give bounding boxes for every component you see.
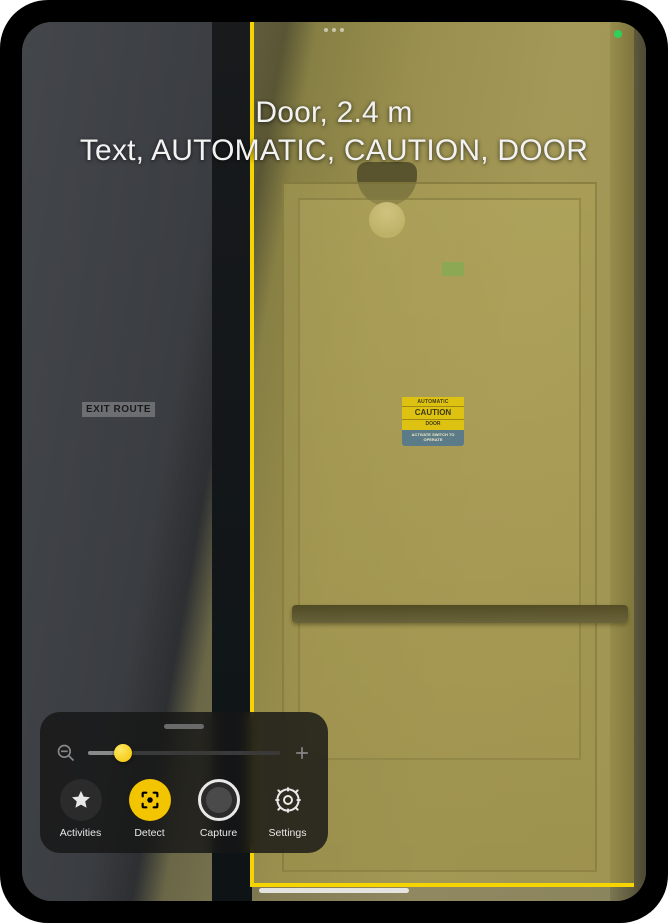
detection-line-1: Door, 2.4 m [255,96,412,129]
caution-sign: AUTOMATIC CAUTION DOOR ACTIVATE SWITCH T… [402,397,464,487]
capture-icon [206,787,232,813]
capture-label: Capture [200,827,237,839]
zoom-slider[interactable] [88,743,280,763]
detect-icon [139,789,161,811]
exit-route-label: EXIT ROUTE [82,402,155,417]
zoom-in-button[interactable] [290,741,314,765]
screen: EXIT ROUTE AUTOMATIC CAUTION DOOR ACTIVA… [22,22,646,901]
panel-grabber[interactable] [164,724,204,729]
zoom-row [54,741,314,765]
settings-button[interactable]: Settings [263,779,312,839]
detection-caption: Door, 2.4 m Text, AUTOMATIC, CAUTION, DO… [22,94,646,171]
multitask-dots[interactable] [324,28,344,32]
mode-row: Activities Detect Capture [54,779,314,839]
detection-line-2: Text, AUTOMATIC, CAUTION, DOOR [22,132,646,170]
home-indicator[interactable] [259,888,409,893]
capture-button[interactable]: Capture [194,779,243,839]
gear-icon [273,785,303,815]
activities-label: Activities [60,827,101,839]
detect-button[interactable]: Detect [125,779,174,839]
ipad-frame: EXIT ROUTE AUTOMATIC CAUTION DOOR ACTIVA… [0,0,668,923]
activities-button[interactable]: Activities [56,779,105,839]
settings-label: Settings [269,827,307,839]
zoom-slider-thumb[interactable] [114,744,132,762]
door [282,182,597,872]
detect-label: Detect [134,827,164,839]
controls-panel: Activities Detect Capture [40,712,328,853]
zoom-out-icon [56,743,76,763]
door-push-bar [292,605,628,623]
zoom-out-button[interactable] [54,741,78,765]
camera-in-use-indicator [614,30,622,38]
sign-line-door: DOOR [402,420,464,430]
sign-line-caution: CAUTION [402,406,464,420]
sign-line-note: ACTIVATE SWITCH TO OPERATE [402,430,464,446]
sign-line-automatic: AUTOMATIC [402,397,464,406]
zoom-in-icon [292,743,312,763]
star-icon [70,789,92,811]
